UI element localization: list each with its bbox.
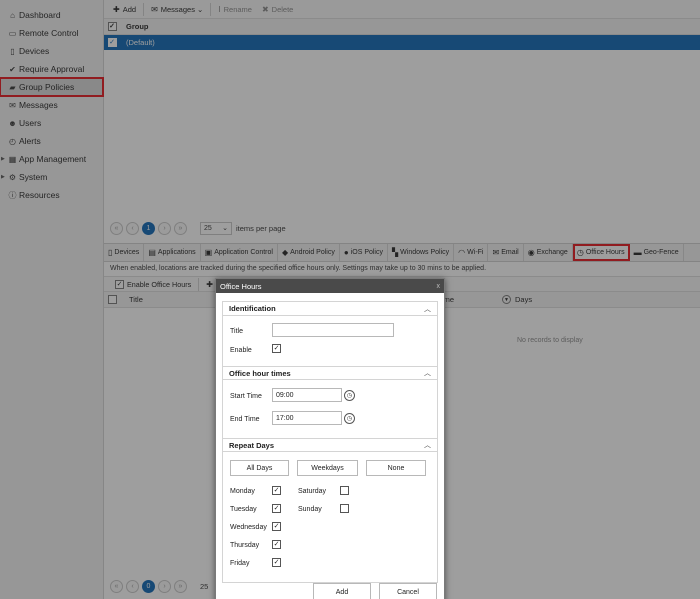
dialog-title: Office Hours — [220, 281, 262, 291]
monday-checkbox[interactable]: ✓ — [272, 486, 281, 495]
wednesday-label: Wednesday — [230, 524, 267, 531]
weekdays-button[interactable]: Weekdays — [297, 460, 358, 476]
none-button[interactable]: None — [366, 460, 426, 476]
dialog-body: Identification ︿ Title Enable ✓ Office h… — [222, 301, 438, 583]
sunday-checkbox[interactable] — [340, 504, 349, 513]
title-label: Title — [230, 328, 243, 335]
section-title: Identification — [229, 304, 276, 313]
sunday-label: Sunday — [298, 506, 322, 513]
section-title: Repeat Days — [229, 440, 275, 450]
enable-label: Enable — [230, 347, 252, 354]
saturday-checkbox[interactable] — [340, 486, 349, 495]
section-title: Office hour times — [229, 368, 291, 378]
office-hours-dialog: Office Hours x Identification ︿ Title En… — [215, 278, 445, 599]
end-time-label: End Time — [230, 416, 260, 423]
thursday-label: Thursday — [230, 542, 260, 549]
end-time-field[interactable]: 17:00 — [272, 411, 342, 425]
title-field[interactable] — [272, 323, 394, 337]
monday-label: Monday — [230, 488, 255, 495]
all-days-button[interactable]: All Days — [230, 460, 289, 476]
tuesday-label: Tuesday — [230, 506, 257, 513]
chevron-up-icon[interactable]: ︿ — [424, 440, 431, 450]
office-hour-times-section-header[interactable]: Office hour times ︿ — [223, 366, 437, 380]
add-button[interactable]: Add — [313, 583, 371, 599]
tuesday-checkbox[interactable]: ✓ — [272, 504, 281, 513]
wednesday-checkbox[interactable]: ✓ — [272, 522, 281, 531]
saturday-label: Saturday — [298, 488, 327, 495]
chevron-up-icon[interactable]: ︿ — [424, 304, 431, 314]
dialog-title-bar[interactable]: Office Hours x — [216, 279, 444, 293]
close-icon[interactable]: x — [437, 283, 441, 290]
repeat-days-section-header[interactable]: Repeat Days ︿ — [223, 438, 437, 452]
friday-label: Friday — [230, 560, 250, 567]
friday-checkbox[interactable]: ✓ — [272, 558, 281, 567]
chevron-up-icon[interactable]: ︿ — [424, 368, 431, 378]
clock-icon[interactable]: ◷ — [344, 413, 355, 424]
cancel-button[interactable]: Cancel — [379, 583, 437, 599]
start-time-label: Start Time — [230, 393, 262, 400]
identification-section-header[interactable]: Identification ︿ — [223, 302, 437, 316]
start-time-field[interactable]: 09:00 — [272, 388, 342, 402]
clock-icon[interactable]: ◷ — [344, 390, 355, 401]
enable-checkbox[interactable]: ✓ — [272, 344, 281, 353]
thursday-checkbox[interactable]: ✓ — [272, 540, 281, 549]
